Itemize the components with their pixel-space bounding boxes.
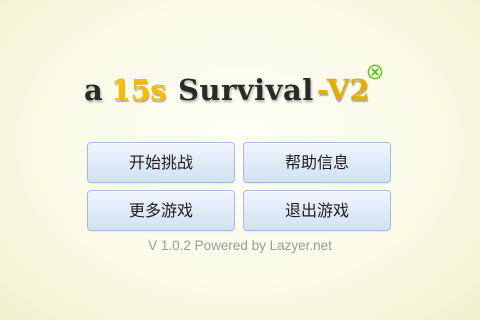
version-footer: V 1.0.2 Powered by Lazyer.net xyxy=(148,238,332,253)
exit-game-button[interactable]: 退出游戏 xyxy=(243,190,391,231)
main-menu: 开始挑战 帮助信息 更多游戏 退出游戏 xyxy=(87,142,391,231)
more-games-button[interactable]: 更多游戏 xyxy=(87,190,235,231)
title-word: Survival xyxy=(177,73,314,107)
title-version: -V2 xyxy=(316,73,370,107)
game-logo: a 15s Survival -V2 xyxy=(84,64,383,107)
main-menu-screen: a 15s Survival -V2 开始挑战 帮助信息 更多游戏 退出游戏 V… xyxy=(0,0,480,320)
help-info-button[interactable]: 帮助信息 xyxy=(243,142,391,183)
start-challenge-button[interactable]: 开始挑战 xyxy=(87,142,235,183)
title-duration: 15s xyxy=(110,73,167,107)
title-prefix: a xyxy=(84,73,103,107)
x-circle-icon xyxy=(367,64,383,80)
